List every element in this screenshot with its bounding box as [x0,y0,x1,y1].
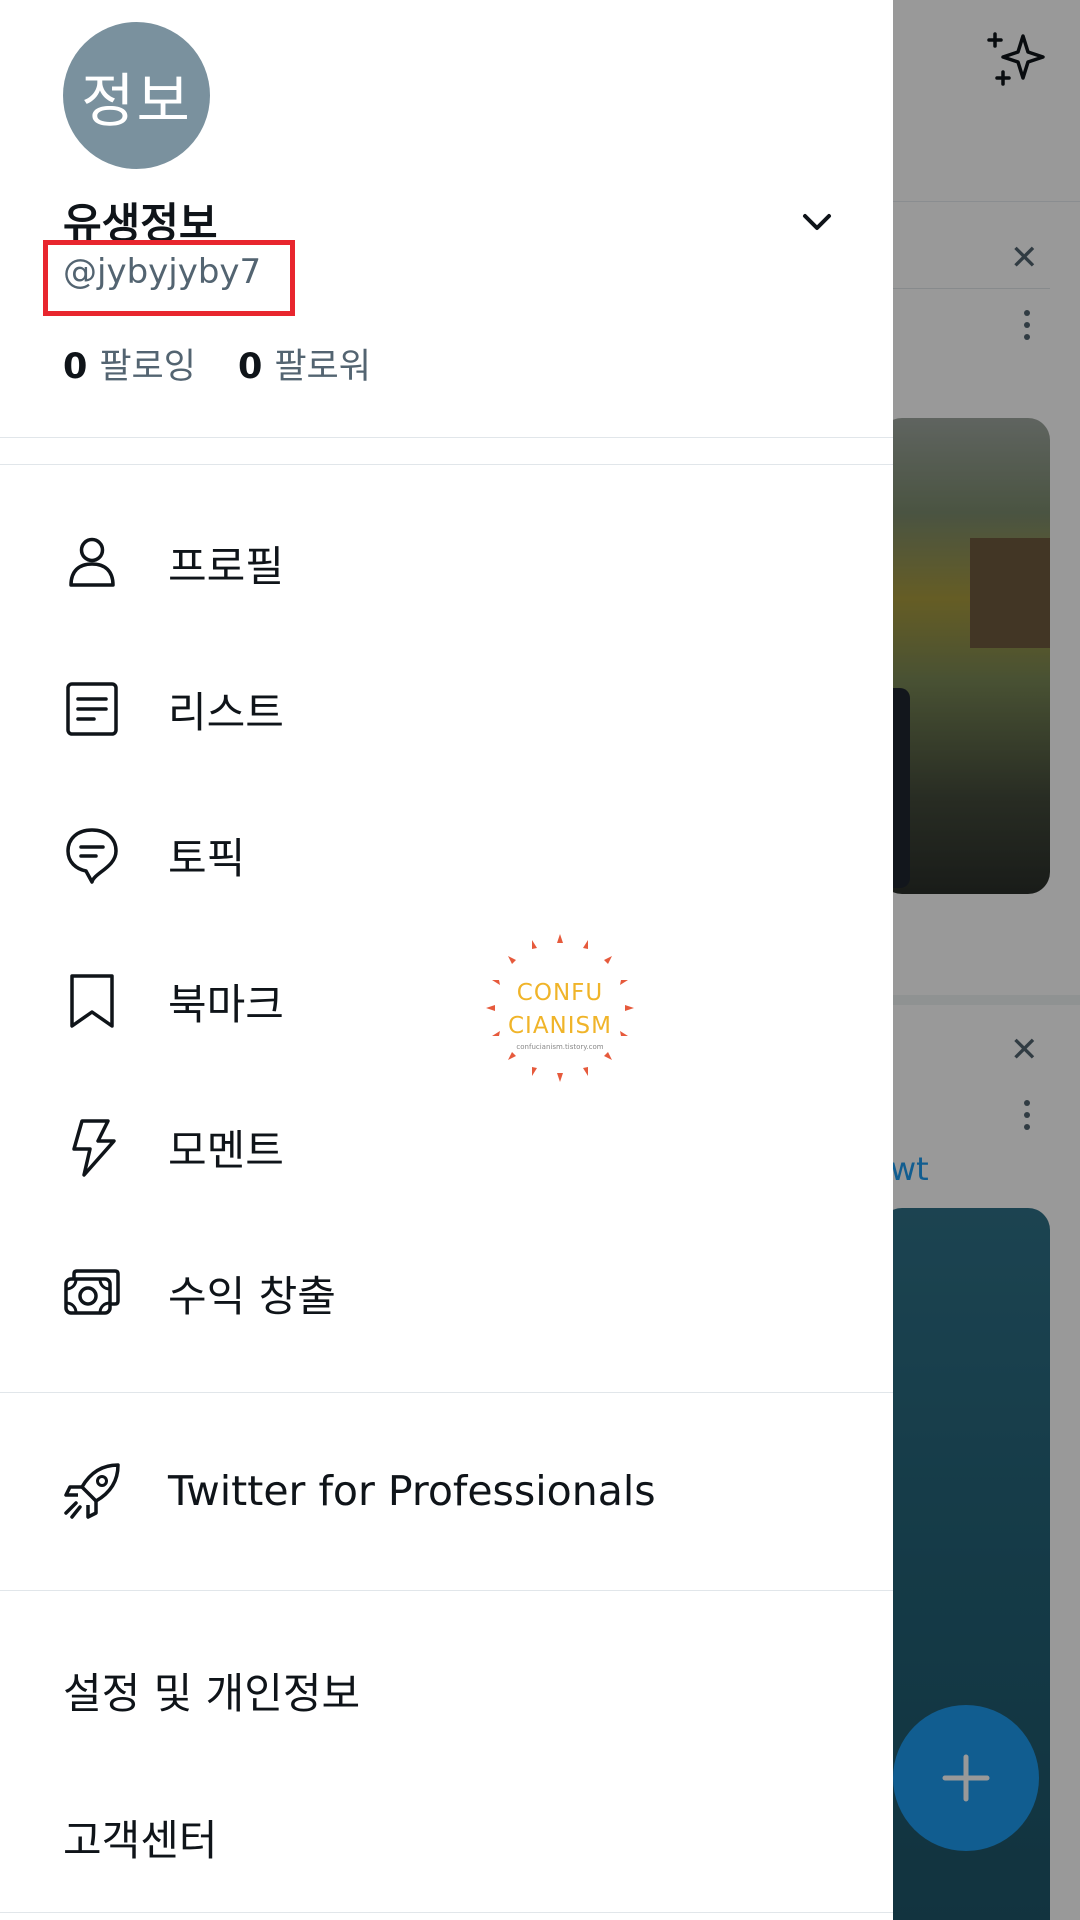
bookmark-icon [70,974,114,1028]
topic-icon [66,828,118,884]
navigation-drawer: 정보 유생정보 @jybyjyby7 0 팔로잉 0 팔로워 프로필 리스트 토… [0,0,893,1920]
following-link[interactable]: 0 팔로잉 [63,338,196,389]
watermark-burst [486,934,634,1082]
menu-item-label: 모멘트 [168,1125,284,1175]
person-icon [69,537,115,587]
watermark-logo: CONFU CIANISM confucianism.tistory.com [480,928,640,1088]
lightning-icon [72,1119,116,1177]
menu-item-label: 토픽 [168,833,246,883]
menu-item-label: Twitter for Professionals [168,1467,656,1515]
menu-item-topics[interactable]: 토픽 [0,795,893,915]
menu-item-professionals[interactable]: Twitter for Professionals [0,1431,893,1551]
menu-item-label: 프로필 [168,541,284,591]
menu-item-moments[interactable]: 모멘트 [0,1087,893,1207]
watermark-text: CIANISM [507,1013,612,1039]
following-count: 0 [63,347,88,387]
drawer-divider [0,464,893,465]
chevron-down-icon[interactable] [800,210,834,234]
drawer-divider [0,1912,893,1913]
list-icon [66,682,118,736]
followers-count: 0 [237,347,263,387]
watermark-url: confucianism.tistory.com [516,1043,604,1051]
follow-stats: 0 팔로잉 0 팔로워 [63,338,371,389]
settings-and-privacy-link[interactable]: 설정 및 개인정보 [63,1660,360,1721]
drawer-divider [0,1590,893,1591]
menu-item-label: 수익 창출 [168,1271,336,1321]
menu-item-label: 리스트 [168,687,284,737]
avatar[interactable]: 정보 [63,22,210,169]
menu-item-profile[interactable]: 프로필 [0,503,893,623]
drawer-divider [0,437,893,438]
help-center-link[interactable]: 고객센터 [63,1807,218,1868]
rocket-icon [64,1463,120,1519]
followers-label: 팔로워 [274,347,371,387]
menu-item-monetization[interactable]: 수익 창출 [0,1233,893,1353]
menu-item-label: 북마크 [168,979,284,1029]
following-label: 팔로잉 [99,347,196,387]
user-handle: @jybyjyby7 [63,252,262,292]
followers-link[interactable]: 0 팔로워 [238,338,371,389]
drawer-divider [0,1392,893,1393]
menu-item-bookmarks[interactable]: 북마크 [0,941,893,1061]
money-icon [64,1269,120,1315]
menu-item-lists[interactable]: 리스트 [0,649,893,769]
watermark-text: CONFU [516,980,604,1006]
